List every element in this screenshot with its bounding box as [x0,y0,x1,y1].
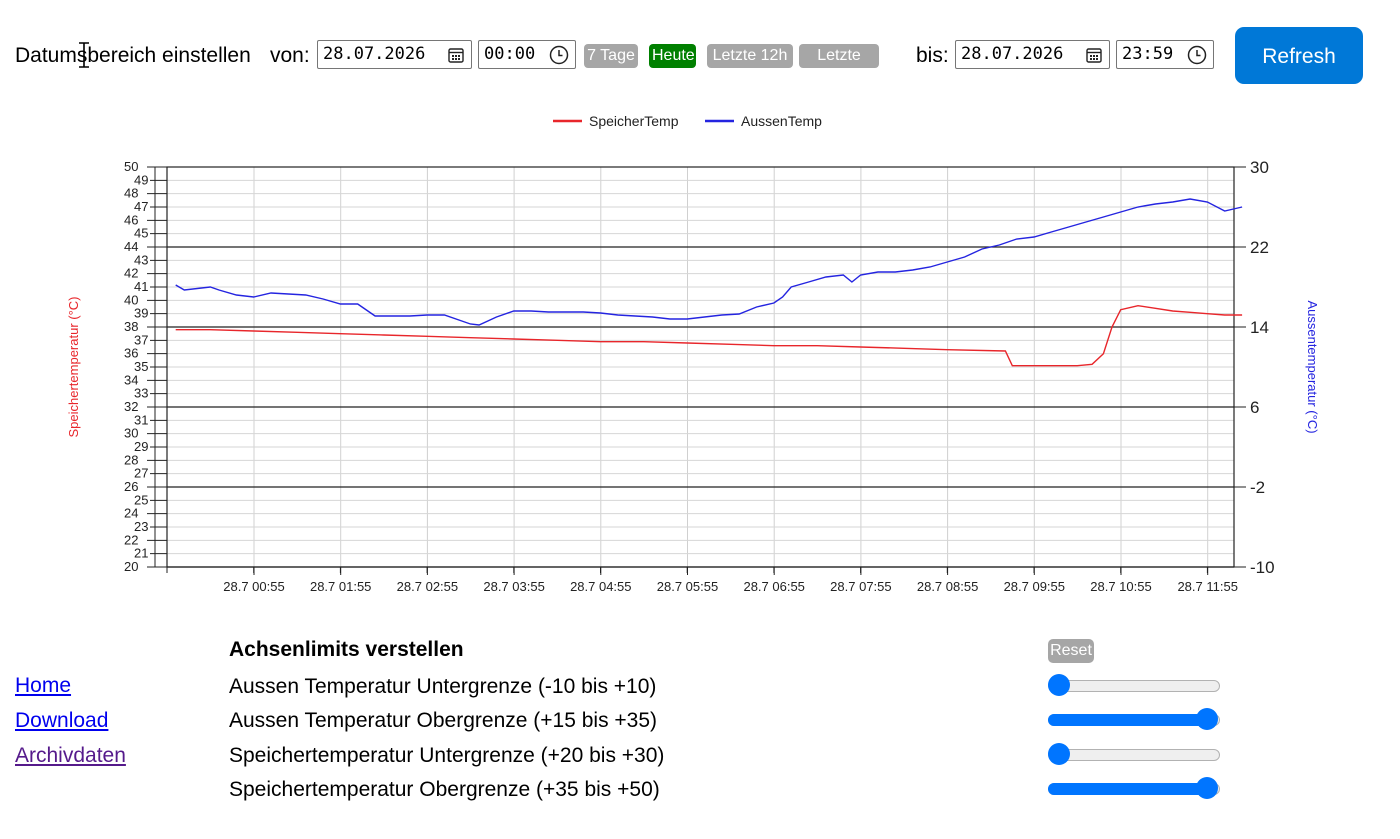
quick-last-12h-button[interactable]: Letzte 12h [707,44,793,68]
nav-download-link[interactable]: Download [15,709,108,733]
date-range-label: Datumsbereich einstellen [15,44,251,67]
slider-track[interactable] [1048,680,1220,692]
right-axis-tick-label: 6 [1250,398,1259,417]
right-axis-tick-label: 14 [1250,318,1269,337]
text-cursor-icon [79,42,89,68]
clock-icon[interactable] [549,45,569,65]
slider-outside-lower[interactable] [1048,674,1220,696]
from-time-input[interactable]: 00:00 [478,40,576,69]
slider-outside-upper[interactable] [1048,708,1220,730]
slider-storage-lower[interactable] [1048,743,1220,765]
from-date-value: 28.07.2026 [323,44,426,64]
x-axis-tick-label: 28.7 02:55 [397,579,458,594]
to-label: bis: [916,44,949,67]
limit-label-outside-upper: Aussen Temperatur Obergrenze (+15 bis +3… [229,709,658,732]
from-label: von: [270,44,310,67]
right-axis-tick-label: -2 [1250,478,1265,497]
series-line-aussentemp [175,198,1243,326]
quick-today-button[interactable]: Heute [649,44,696,68]
to-date-value: 28.07.2026 [961,44,1064,64]
x-axis-tick-label: 28.7 10:55 [1090,579,1151,594]
refresh-button[interactable]: Refresh [1235,27,1363,84]
slider-storage-upper[interactable] [1048,777,1220,799]
right-axis-title: Aussentemperatur (°C) [1305,300,1320,433]
nav-archive-link[interactable]: Archivdaten [15,744,126,768]
quick-7-days-button[interactable]: 7 Tage [584,44,638,68]
legend-label-aussentemp: AussenTemp [741,113,822,129]
calendar-icon[interactable] [1085,46,1103,64]
legend-label-speichertemp: SpeicherTemp [589,113,679,129]
slider-fill [1048,783,1207,795]
limit-label-outside-lower: Aussen Temperatur Untergrenze (-10 bis +… [229,675,657,698]
x-axis-tick-label: 28.7 00:55 [223,579,284,594]
to-time-value: 23:59 [1122,44,1174,64]
to-date-input[interactable]: 28.07.2026 [955,40,1110,69]
limit-label-storage-upper: Speichertemperatur Obergrenze (+35 bis +… [229,778,660,801]
slider-thumb[interactable] [1048,743,1070,765]
x-axis-tick-label: 28.7 01:55 [310,579,371,594]
slider-fill [1048,714,1207,726]
left-axis-title: Speichertemperatur (°C) [66,296,81,437]
right-axis-tick-label: 30 [1250,158,1269,177]
temperature-chart: 5049484746454443424140393837363534333231… [66,113,1320,594]
slider-thumb[interactable] [1196,708,1218,730]
right-axis-tick-label: 22 [1250,238,1269,257]
x-axis-tick-label: 28.7 07:55 [830,579,891,594]
date-range-bar: Datumsbereich einstellen von: 28.07.2026… [0,0,1400,100]
to-time-input[interactable]: 23:59 [1116,40,1214,69]
x-axis-tick-label: 28.7 05:55 [657,579,718,594]
limit-label-storage-lower: Speichertemperatur Untergrenze (+20 bis … [229,744,665,767]
from-date-input[interactable]: 28.07.2026 [317,40,472,69]
reset-button[interactable]: Reset [1048,639,1094,663]
left-axis-tick-label: 20 [124,559,138,574]
x-axis-tick-label: 28.7 03:55 [483,579,544,594]
nav-home-link[interactable]: Home [15,674,71,698]
x-axis-tick-label: 28.7 11:55 [1177,579,1237,594]
slider-track[interactable] [1048,749,1220,761]
series-line-speichertemp [175,304,1243,367]
x-axis-tick-label: 28.7 09:55 [1004,579,1065,594]
from-time-value: 00:00 [484,44,536,64]
axis-limits-title: Achsenlimits verstellen [229,638,464,661]
quick-last-24h-button[interactable]: Letzte 24h [799,44,879,88]
clock-icon[interactable] [1187,45,1207,65]
x-axis-tick-label: 28.7 04:55 [570,579,631,594]
x-axis-tick-label: 28.7 06:55 [743,579,804,594]
slider-thumb[interactable] [1048,674,1070,696]
calendar-icon[interactable] [447,46,465,64]
right-axis-tick-label: -10 [1250,558,1275,577]
x-axis-tick-label: 28.7 08:55 [917,579,978,594]
slider-thumb[interactable] [1196,777,1218,799]
